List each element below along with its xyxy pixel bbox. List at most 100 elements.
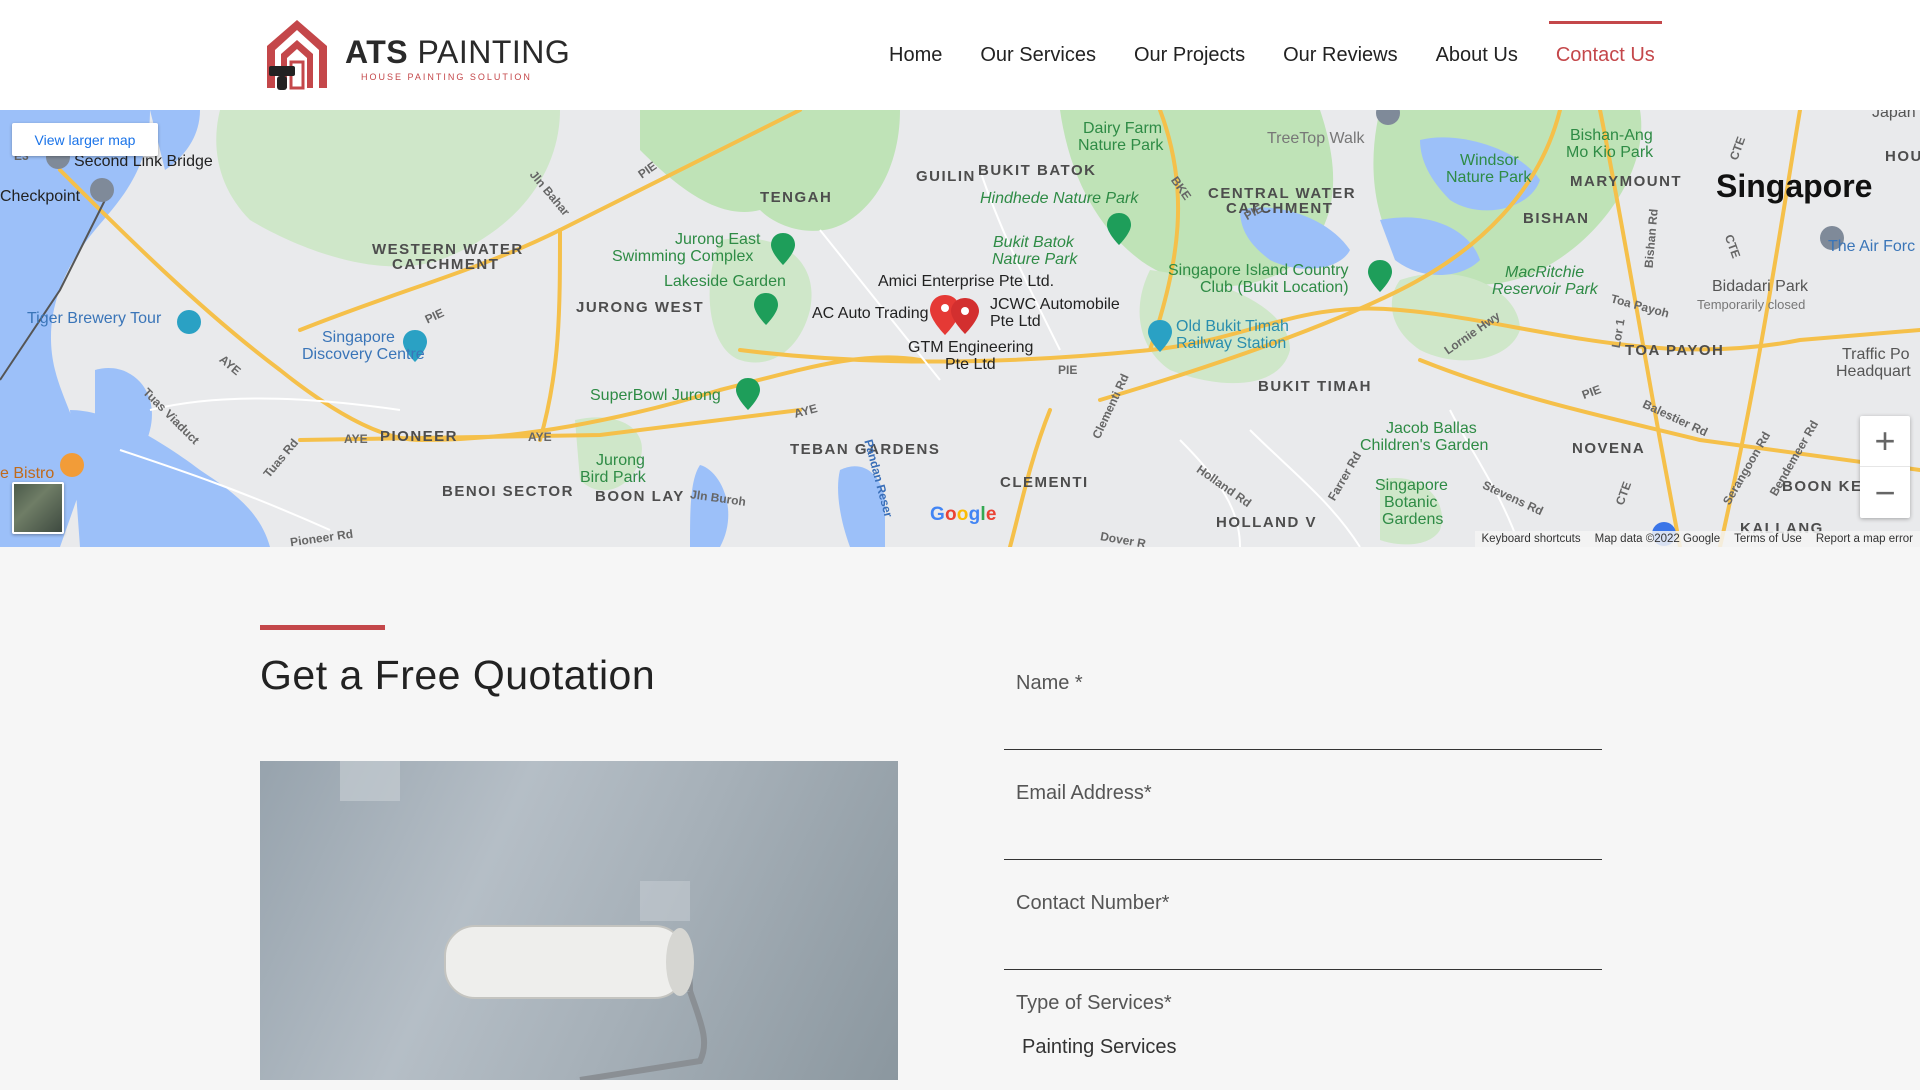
map-label-traffic-1: Traffic Po	[1842, 346, 1910, 363]
map-label-windsor-1: Windsor	[1460, 152, 1519, 169]
service-type-field: Type of Services* Painting Services	[1004, 970, 1602, 1090]
map-zoom-controls: + −	[1860, 416, 1910, 518]
map-label-bishan-angmo-1: Bishan-Ang	[1570, 127, 1653, 144]
map-road-pie-3: PIE	[1058, 363, 1078, 377]
map-label-jacob-2: Children's Garden	[1360, 437, 1489, 454]
map-label-botanic-3: Gardens	[1382, 511, 1444, 528]
map-label-treetop: TreeTop Walk	[1267, 130, 1365, 147]
map-label-bukit-batok-np-1: Bukit Batok	[993, 234, 1074, 251]
map-label-botanic-1: Singapore	[1375, 477, 1448, 494]
map-label-bistro: e Bistro	[0, 465, 55, 482]
site-logo[interactable]: ATS PAINTING HOUSE PAINTING SOLUTION	[263, 16, 570, 92]
map-label-traffic-2: Headquart	[1836, 363, 1911, 380]
map-label-bukit-batok: BUKIT BATOK	[978, 162, 1097, 179]
map-label-jurong-bird-2: Bird Park	[580, 469, 646, 486]
zoom-out-button[interactable]: −	[1860, 467, 1910, 518]
paint-roller-icon	[340, 761, 708, 1080]
terms-of-use-link[interactable]: Terms of Use	[1727, 533, 1809, 545]
map-label-singapore: Singapore	[1716, 168, 1873, 204]
map-label-old-bt-2: Railway Station	[1176, 335, 1287, 352]
map-label-bukit-batok-np-2: Nature Park	[992, 251, 1078, 268]
map-label-macritchie-1: MacRitchie	[1505, 264, 1585, 281]
map-label-bidadari-1: Bidadari Park	[1712, 278, 1809, 295]
map-label-tiger-brewery: Tiger Brewery Tour	[27, 310, 162, 327]
view-larger-map-link[interactable]: View larger map	[12, 123, 158, 156]
map-label-catchment: CATCHMENT	[392, 256, 500, 273]
quote-title: Get a Free Quotation	[260, 652, 656, 698]
map-label-bishan: BISHAN	[1523, 210, 1590, 227]
map-label-dairy-farm-2: Nature Park	[1078, 137, 1164, 154]
email-field: Email Address*	[1004, 750, 1602, 860]
nav-home[interactable]: Home	[870, 0, 961, 110]
map-label-jacob-1: Jacob Ballas	[1386, 420, 1477, 437]
nav-our-services[interactable]: Our Services	[961, 0, 1115, 110]
map-label-checkpoint: Checkpoint	[0, 188, 81, 205]
map-label-dairy-farm-1: Dairy Farm	[1083, 120, 1163, 137]
logo-brand-bold: ATS	[345, 34, 409, 70]
map-label-jurong-east-1: Jurong East	[675, 231, 761, 248]
map-label-tengah: TENGAH	[760, 189, 833, 206]
map-road-aye-3: AYE	[528, 430, 552, 444]
map-label-japan: Japan	[1872, 110, 1916, 121]
map-label-boon-keng: BOON KEI	[1782, 478, 1869, 495]
map-label-jurong-west: JURONG WEST	[576, 299, 705, 316]
contact-number-input[interactable]	[1004, 920, 1602, 965]
map-label-pioneer: PIONEER	[380, 428, 459, 445]
map-road-aye-2: AYE	[344, 432, 368, 446]
report-map-error-link[interactable]: Report a map error	[1809, 533, 1920, 545]
map-label-jurong-bird-1: Jurong	[596, 452, 645, 469]
map-label-bukit-timah: BUKIT TIMAH	[1258, 378, 1372, 395]
nav-about-us[interactable]: About Us	[1417, 0, 1537, 110]
map-label-old-bt-1: Old Bukit Timah	[1176, 318, 1289, 335]
nav-contact-us[interactable]: Contact Us	[1537, 0, 1674, 110]
contact-number-label: Contact Number*	[1016, 892, 1170, 914]
map-label-hou: HOU	[1885, 148, 1920, 165]
map-label-sicc-1: Singapore Island Country	[1168, 262, 1349, 279]
map-label-sg-discovery-1: Singapore	[322, 329, 395, 346]
map-label-jurong-east-2: Swimming Complex	[612, 248, 754, 265]
map-label-marymount: MARYMOUNT	[1570, 173, 1683, 190]
name-label: Name *	[1016, 672, 1083, 694]
service-type-select[interactable]: Painting Services	[1022, 1036, 1177, 1059]
map-label-clementi: CLEMENTI	[1000, 474, 1089, 491]
map-label-bishan-angmo-2: Mo Kio Park	[1566, 144, 1654, 161]
main-nav: Home Our Services Our Projects Our Revie…	[870, 0, 1674, 110]
google-logo: Google	[930, 504, 997, 526]
map-label-toa-payoh: TOA PAYOH	[1625, 342, 1725, 359]
contact-number-field: Contact Number*	[1004, 860, 1602, 970]
map-label-boon-lay: BOON LAY	[595, 488, 685, 505]
satellite-toggle-button[interactable]	[12, 482, 64, 534]
logo-brand-light: PAINTING	[417, 34, 571, 70]
email-label: Email Address*	[1016, 782, 1152, 804]
house-paintbrush-logo-icon	[267, 20, 327, 90]
keyboard-shortcuts-link[interactable]: Keyboard shortcuts	[1475, 533, 1588, 545]
logo-tagline: HOUSE PAINTING SOLUTION	[361, 72, 532, 82]
map-label-sicc-2: Club (Bukit Location)	[1200, 279, 1349, 296]
google-logo-o2: o	[956, 504, 969, 525]
google-logo-g2: g	[968, 504, 981, 525]
name-field: Name *	[1004, 640, 1602, 750]
google-logo-g1: G	[930, 504, 945, 525]
quotation-form: Name * Email Address* Contact Number* Ty…	[1004, 640, 1602, 1090]
google-map[interactable]: Second Link Bridge Checkpoint Tiger Brew…	[0, 110, 1920, 547]
zoom-in-button[interactable]: +	[1860, 416, 1910, 467]
map-label-gtm-2: Pte Ltd	[945, 356, 996, 373]
nav-our-reviews[interactable]: Our Reviews	[1264, 0, 1416, 110]
map-data-text: Map data ©2022 Google	[1594, 533, 1721, 545]
map-label-amici: Amici Enterprise Pte Ltd.	[878, 273, 1055, 290]
nav-our-projects[interactable]: Our Projects	[1115, 0, 1264, 110]
name-input[interactable]	[1004, 700, 1602, 745]
map-label-hindhede: Hindhede Nature Park	[980, 190, 1139, 207]
map-label-sg-discovery-2: Discovery Centre	[302, 346, 425, 363]
map-label-windsor-2: Nature Park	[1446, 169, 1532, 186]
map-label-benoi: BENOI SECTOR	[442, 483, 574, 500]
site-header: ATS PAINTING HOUSE PAINTING SOLUTION Hom…	[0, 0, 1920, 110]
email-input[interactable]	[1004, 810, 1602, 855]
section-accent-bar	[260, 625, 385, 630]
paint-roller-image	[260, 761, 898, 1080]
map-label-macritchie-2: Reservoir Park	[1492, 281, 1598, 298]
google-logo-o1: o	[944, 504, 957, 525]
map-label-ac-auto: AC Auto Trading	[812, 305, 929, 322]
map-label-superbowl: SuperBowl Jurong	[590, 387, 721, 404]
service-type-label: Type of Services*	[1016, 992, 1172, 1014]
